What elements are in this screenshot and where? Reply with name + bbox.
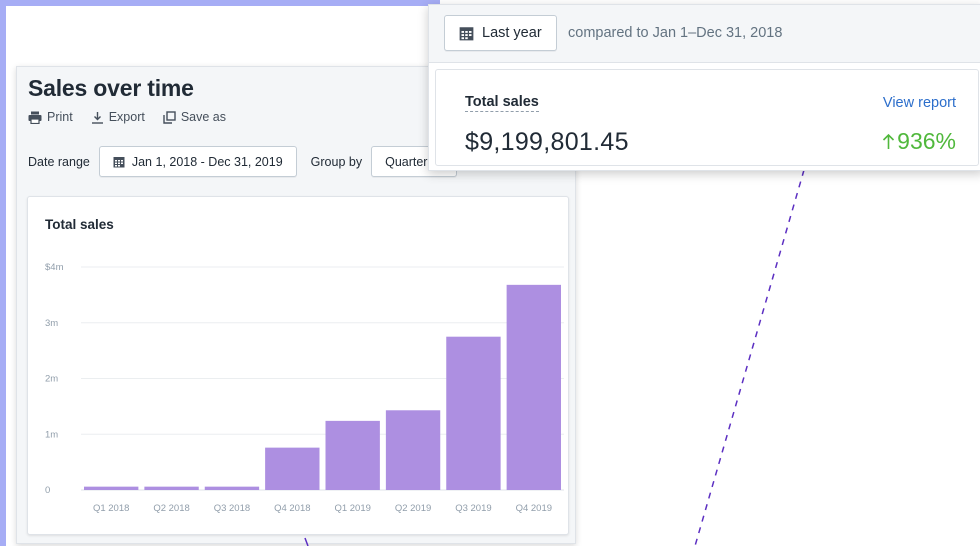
x-tick-label: Q4 2018 — [274, 503, 310, 514]
total-sales-summary-panel: Last year compared to Jan 1–Dec 31, 2018… — [428, 4, 980, 171]
metric-value: $9,199,801.45 — [465, 128, 629, 156]
connector-line-right — [694, 169, 805, 546]
x-tick-label: Q1 2018 — [93, 503, 129, 514]
comparison-toolbar: Last year compared to Jan 1–Dec 31, 2018 — [429, 5, 980, 63]
calendar-icon — [113, 156, 125, 168]
comparison-text: compared to Jan 1–Dec 31, 2018 — [568, 25, 783, 41]
bar-q3-2019[interactable] — [446, 336, 501, 490]
page-title: Sales over time — [28, 75, 194, 101]
x-tick-label: Q2 2019 — [395, 503, 431, 514]
duplicate-icon — [163, 110, 176, 124]
arrow-up-icon — [882, 133, 895, 150]
background-strip-top — [0, 0, 440, 6]
bar-q4-2018[interactable] — [265, 447, 320, 490]
y-tick-label: 0 — [45, 485, 50, 496]
report-filters: Date range Jan 1, 2018 - Dec 31, 2019 Gr… — [28, 146, 458, 177]
printer-icon — [28, 111, 42, 124]
bar-q1-2019[interactable] — [325, 420, 380, 490]
bar-q4-2019[interactable] — [506, 284, 561, 490]
total-sales-chart-card: Total sales 0 1m 2m 3m $4m Q1 2018 Q2 2018 Q3 2… — [27, 196, 569, 535]
date-range-picker[interactable]: Jan 1, 2018 - Dec 31, 2019 — [98, 146, 297, 177]
group-by-label: Group by — [310, 154, 363, 169]
total-sales-bar-chart: 0 1m 2m 3m $4m Q1 2018 Q2 2018 Q3 2018 Q4 2018 Q1… — [45, 262, 564, 514]
export-label: Export — [108, 110, 145, 124]
report-actions: Print Export Save as — [28, 110, 226, 124]
background-strip-left — [0, 0, 6, 546]
period-label: Last year — [482, 25, 542, 41]
metric-label[interactable]: Total sales — [465, 94, 539, 112]
download-icon — [91, 111, 104, 124]
total-sales-metric-card: Total sales View report $9,199,801.45 93… — [435, 69, 979, 166]
bar-q2-2018[interactable] — [144, 486, 199, 490]
y-tick-label: $4m — [45, 262, 64, 273]
date-range-value: Jan 1, 2018 - Dec 31, 2019 — [131, 154, 283, 169]
x-tick-label: Q2 2018 — [153, 503, 189, 514]
bar-q3-2018[interactable] — [204, 486, 260, 490]
print-button[interactable]: Print — [28, 110, 73, 124]
bar-q1-2018[interactable] — [84, 486, 139, 490]
period-picker-button[interactable]: Last year — [444, 15, 557, 51]
bar-q2-2019[interactable] — [385, 410, 441, 490]
x-tick-label: Q1 2019 — [334, 503, 370, 514]
calendar-icon — [459, 26, 474, 41]
save-as-button[interactable]: Save as — [163, 110, 226, 124]
save-as-label: Save as — [180, 110, 227, 124]
x-tick-label: Q4 2019 — [516, 503, 552, 514]
y-tick-label: 1m — [45, 429, 58, 440]
x-tick-label: Q3 2019 — [455, 503, 491, 514]
print-label: Print — [47, 110, 73, 124]
view-report-link[interactable]: View report — [883, 95, 956, 111]
metric-change-value: 936% — [897, 128, 956, 154]
group-by-value: Quarter — [385, 154, 428, 169]
export-button[interactable]: Export — [91, 110, 145, 124]
metric-change: 936% — [882, 128, 956, 155]
date-range-label: Date range — [28, 154, 90, 169]
x-tick-label: Q3 2018 — [214, 503, 250, 514]
y-tick-label: 2m — [45, 374, 58, 385]
y-tick-label: 3m — [45, 318, 58, 329]
